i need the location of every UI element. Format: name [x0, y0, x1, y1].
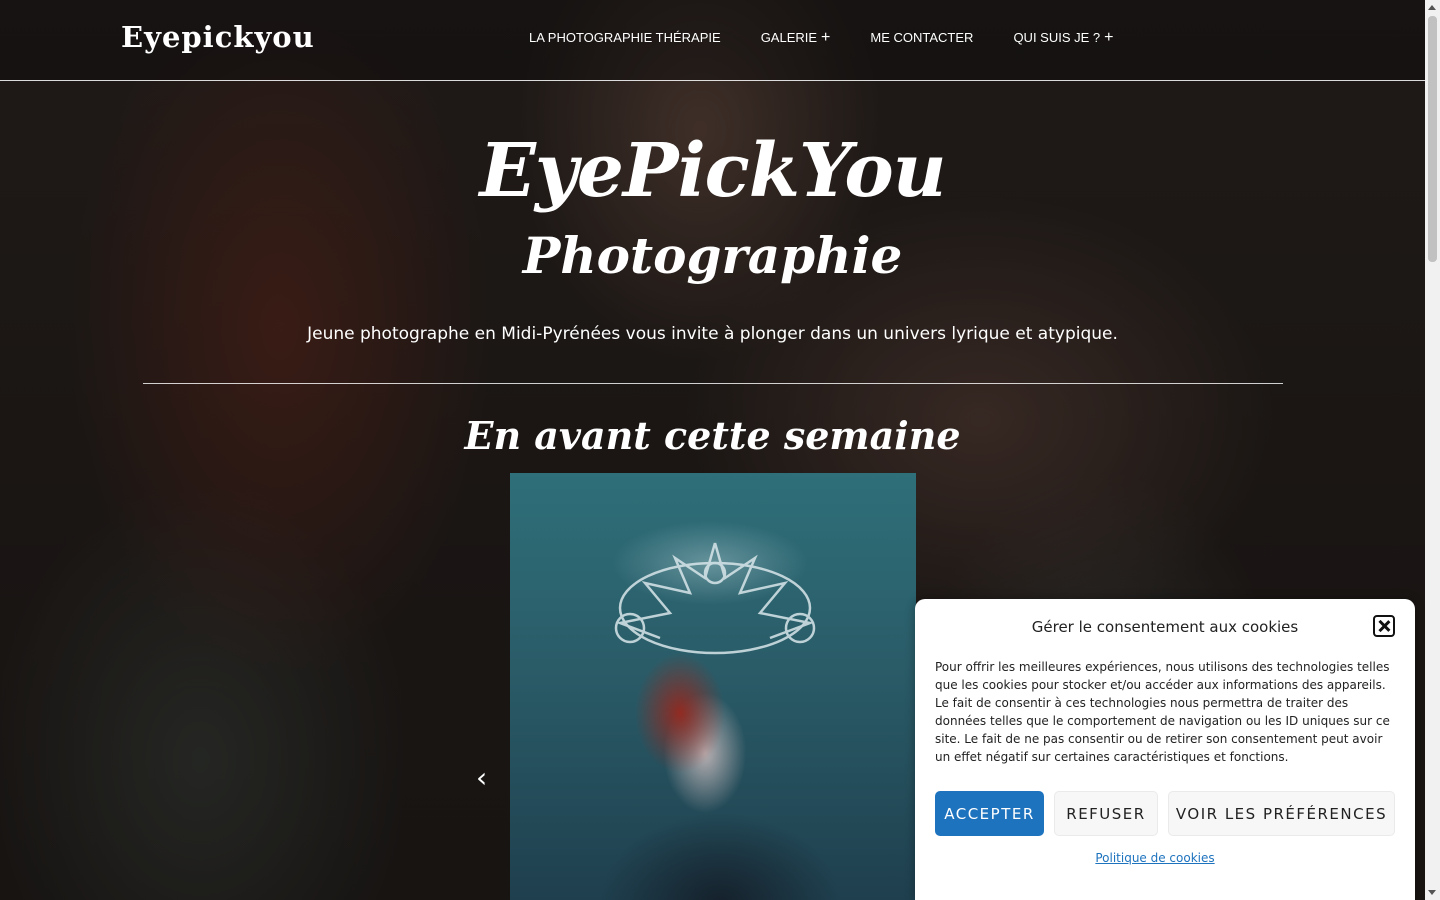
- close-icon[interactable]: [1373, 615, 1395, 637]
- chevron-left-icon[interactable]: ‹: [476, 764, 494, 792]
- site-logo[interactable]: Eyepickyou: [121, 20, 315, 54]
- scroll-down-icon[interactable]: [1428, 890, 1436, 895]
- plus-icon[interactable]: +: [1104, 29, 1113, 46]
- featured-slide-image[interactable]: [510, 473, 916, 900]
- cookie-consent-dialog: Gérer le consentement aux cookies Pour o…: [915, 599, 1415, 900]
- nav-item-label: QUI SUIS JE ?: [1013, 30, 1101, 45]
- hero-tagline: Jeune photographe en Midi-Pyrénées vous …: [307, 324, 1118, 344]
- plus-icon[interactable]: +: [821, 29, 830, 46]
- page-scrollbar[interactable]: [1425, 0, 1440, 900]
- nav-item-label: GALERIE: [760, 30, 818, 45]
- nav-item-photographie-therapie[interactable]: LA PHOTOGRAPHIE THÉRAPIE: [529, 30, 721, 45]
- cookie-policy-link[interactable]: Politique de cookies: [915, 851, 1395, 865]
- accept-button[interactable]: ACCEPTER: [935, 791, 1044, 836]
- site-header: Eyepickyou LA PHOTOGRAPHIE THÉRAPIE GALE…: [0, 0, 1425, 81]
- nav-item-me-contacter[interactable]: ME CONTACTER: [870, 30, 973, 45]
- cookie-dialog-title: Gérer le consentement aux cookies: [1031, 618, 1299, 636]
- nav-item-label: ME CONTACTER: [870, 30, 974, 45]
- divider: [143, 383, 1283, 384]
- cookie-dialog-text: Pour offrir les meilleures expériences, …: [935, 660, 1390, 764]
- scroll-up-icon[interactable]: [1428, 5, 1436, 10]
- featured-title: En avant cette semaine: [464, 413, 961, 458]
- nav-item-label: LA PHOTOGRAPHIE THÉRAPIE: [529, 30, 721, 45]
- hero-subtitle: Photographie: [522, 226, 903, 285]
- hero-title: EyePickYou: [479, 128, 946, 214]
- scrollbar-thumb[interactable]: [1428, 16, 1437, 262]
- nav-item-qui-suis-je[interactable]: QUI SUIS JE ? +: [1013, 29, 1113, 46]
- refuse-button[interactable]: REFUSER: [1054, 791, 1158, 836]
- main-nav: LA PHOTOGRAPHIE THÉRAPIE GALERIE + ME CON…: [529, 29, 1153, 46]
- nav-item-galerie[interactable]: GALERIE +: [760, 29, 831, 46]
- view-preferences-button[interactable]: VOIR LES PRÉFÉRENCES: [1168, 791, 1395, 836]
- crown-decoration: [614, 542, 816, 655]
